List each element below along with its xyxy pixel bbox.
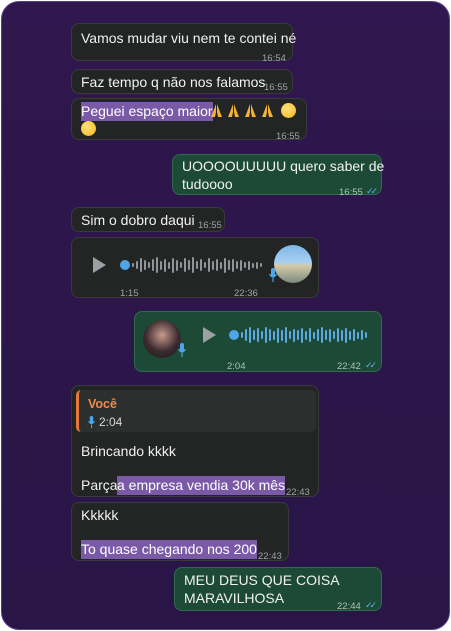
double-check-icon: ✓✓ bbox=[366, 186, 378, 196]
message-bubble[interactable]: Você 2:04 Brincando kkkk Parça a empresa… bbox=[71, 385, 319, 498]
message-time: 16:55 bbox=[198, 220, 222, 231]
quoted-message[interactable]: Você 2:04 bbox=[76, 390, 316, 432]
message-time: 22:43 bbox=[286, 487, 310, 498]
audio-waveform[interactable] bbox=[241, 325, 367, 345]
message-text: Sim o dobro daqui bbox=[81, 212, 195, 228]
folded-hands-emoji bbox=[245, 104, 256, 117]
message-bubble[interactable]: Sim o dobro daqui 16:55 bbox=[71, 207, 225, 232]
play-icon[interactable] bbox=[203, 327, 216, 343]
message-text-line2: tudoooo bbox=[182, 176, 233, 192]
astonished-face-emoji bbox=[81, 121, 96, 136]
voice-message[interactable]: 1:15 22:36 bbox=[71, 237, 319, 299]
audio-progress-dot[interactable] bbox=[229, 330, 239, 340]
audio-duration: 2:04 bbox=[227, 361, 246, 372]
play-icon[interactable] bbox=[93, 257, 106, 273]
message-time: 16:55 bbox=[276, 131, 300, 142]
message-time: 22:44 bbox=[337, 601, 361, 612]
message-time: 16:55 bbox=[339, 187, 363, 198]
folded-hands-emoji bbox=[228, 104, 239, 117]
message-time: 22:42 bbox=[337, 361, 361, 372]
folded-hands-emoji bbox=[262, 104, 273, 117]
voice-message[interactable]: 2:04 22:42 ✓✓ bbox=[134, 311, 382, 372]
double-check-icon: ✓✓ bbox=[365, 600, 377, 610]
message-bubble[interactable]: Faz tempo q não nos falamos 16:55 bbox=[71, 69, 293, 94]
message-text: Peguei espaço maior bbox=[81, 102, 213, 121]
audio-progress-dot[interactable] bbox=[120, 260, 130, 270]
mic-icon bbox=[269, 268, 277, 282]
message-text-line2: MARAVILHOSA bbox=[184, 590, 285, 606]
folded-hands-emoji bbox=[211, 104, 222, 117]
quoted-author: Você bbox=[88, 397, 117, 411]
message-text-line2: To quase chegando nos 200 bbox=[81, 540, 257, 559]
message-text-line1: Brincando kkkk bbox=[81, 443, 176, 459]
quoted-duration: 2:04 bbox=[99, 415, 123, 429]
message-text: Faz tempo q não nos falamos bbox=[81, 74, 266, 90]
message-bubble[interactable]: MEU DEUS QUE COISA MARAVILHOSA 22:44 ✓✓ bbox=[174, 567, 382, 612]
message-bubble[interactable]: Peguei espaço maior 16:55 bbox=[71, 98, 307, 142]
contact-avatar bbox=[274, 245, 312, 283]
message-time: 22:43 bbox=[258, 551, 282, 562]
double-check-icon: ✓✓ bbox=[365, 360, 377, 370]
message-time: 22:36 bbox=[234, 288, 258, 299]
chat-screen: Vamos mudar viu nem te contei né 16:54 F… bbox=[1, 1, 450, 630]
message-bubble[interactable]: Vamos mudar viu nem te contei né 16:54 bbox=[71, 23, 297, 64]
user-avatar bbox=[143, 320, 181, 358]
audio-duration: 1:15 bbox=[120, 288, 139, 299]
message-bubble[interactable]: Kkkkk To quase chegando nos 200 22:43 bbox=[71, 502, 289, 562]
message-text-line1: MEU DEUS QUE COISA bbox=[184, 572, 340, 588]
audio-waveform[interactable] bbox=[132, 255, 262, 275]
message-text-line1: Kkkkk bbox=[81, 507, 119, 523]
message-text-line1: UOOOOUUUUU quero saber de bbox=[182, 158, 385, 174]
message-bubble[interactable]: UOOOOUUUUU quero saber de tudoooo 16:55 … bbox=[172, 154, 385, 198]
mic-icon bbox=[178, 343, 186, 357]
message-text-line2-prefix: Parça bbox=[81, 477, 118, 493]
astonished-face-emoji bbox=[281, 103, 296, 118]
message-time: 16:55 bbox=[264, 82, 288, 93]
mic-icon bbox=[88, 416, 95, 428]
message-text-line2-highlight: a empresa vendia 30k mês bbox=[117, 476, 286, 495]
message-text: Vamos mudar viu nem te contei né bbox=[81, 30, 297, 46]
message-time: 16:54 bbox=[262, 53, 286, 64]
